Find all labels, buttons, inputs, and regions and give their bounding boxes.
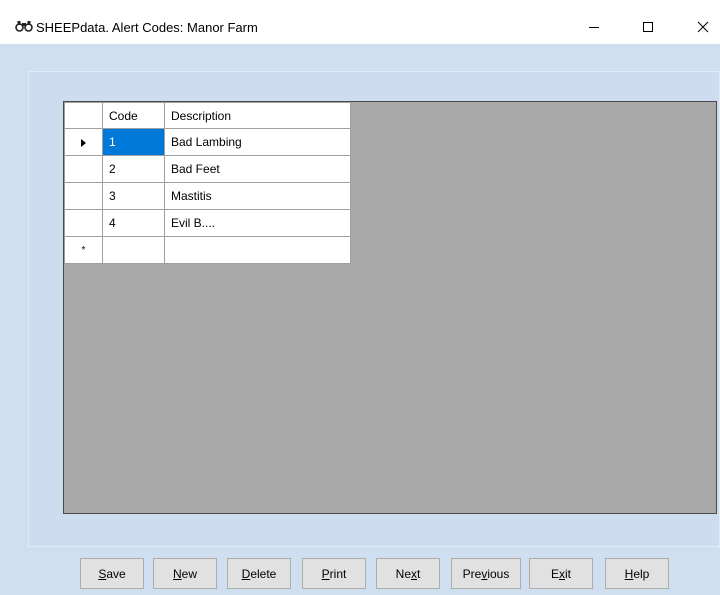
table-row[interactable]: 1 Bad Lambing (64, 128, 351, 156)
cell-code[interactable]: 1 (102, 128, 165, 156)
new-row-marker: * (81, 244, 86, 256)
row-header-new[interactable]: * (64, 236, 103, 264)
previous-button[interactable]: Previous (451, 558, 521, 589)
cell-code[interactable]: 4 (102, 209, 165, 237)
table-row[interactable]: 4 Evil B.... (64, 209, 351, 237)
binoculars-icon (15, 21, 33, 32)
current-row-arrow-icon (81, 138, 86, 147)
maximize-button[interactable] (625, 10, 671, 44)
cell-code[interactable]: 3 (102, 182, 165, 210)
cell-description-new[interactable] (164, 236, 351, 264)
cell-description[interactable]: Mastitis (164, 182, 351, 210)
column-header-code[interactable]: Code (102, 102, 165, 129)
cell-description[interactable]: Bad Feet (164, 155, 351, 183)
save-button[interactable]: Save (80, 558, 144, 589)
row-header[interactable] (64, 209, 103, 237)
row-header-current[interactable] (64, 128, 103, 156)
cell-code-new[interactable] (102, 236, 165, 264)
grid-table: Code Description 1 Bad Lambing 2 Bad Fee… (64, 102, 351, 264)
new-button[interactable]: New (153, 558, 217, 589)
cell-description[interactable]: Bad Lambing (164, 128, 351, 156)
new-row[interactable]: * (64, 236, 351, 264)
close-icon (697, 21, 709, 33)
close-button[interactable] (680, 10, 720, 44)
table-row[interactable]: 3 Mastitis (64, 182, 351, 210)
column-header-description[interactable]: Description (164, 102, 351, 129)
exit-button[interactable]: Exit (529, 558, 593, 589)
window-title: SHEEPdata. Alert Codes: Manor Farm (36, 20, 258, 35)
row-header[interactable] (64, 155, 103, 183)
button-bar: Save New Delete Print Next Previous Exit… (0, 558, 720, 590)
help-button[interactable]: Help (605, 558, 669, 589)
print-button[interactable]: Print (302, 558, 366, 589)
grid-header-row: Code Description (64, 102, 351, 129)
grid-corner-header[interactable] (64, 102, 103, 129)
cell-description[interactable]: Evil B.... (164, 209, 351, 237)
table-row[interactable]: 2 Bad Feet (64, 155, 351, 183)
maximize-icon (643, 22, 653, 32)
alert-codes-grid[interactable]: Code Description 1 Bad Lambing 2 Bad Fee… (63, 101, 717, 514)
row-header[interactable] (64, 182, 103, 210)
delete-button[interactable]: Delete (227, 558, 291, 589)
minimize-button[interactable] (571, 10, 617, 44)
title-bar: SHEEPdata. Alert Codes: Manor Farm (0, 0, 720, 44)
next-button[interactable]: Next (376, 558, 440, 589)
minimize-icon (589, 27, 599, 28)
cell-code[interactable]: 2 (102, 155, 165, 183)
